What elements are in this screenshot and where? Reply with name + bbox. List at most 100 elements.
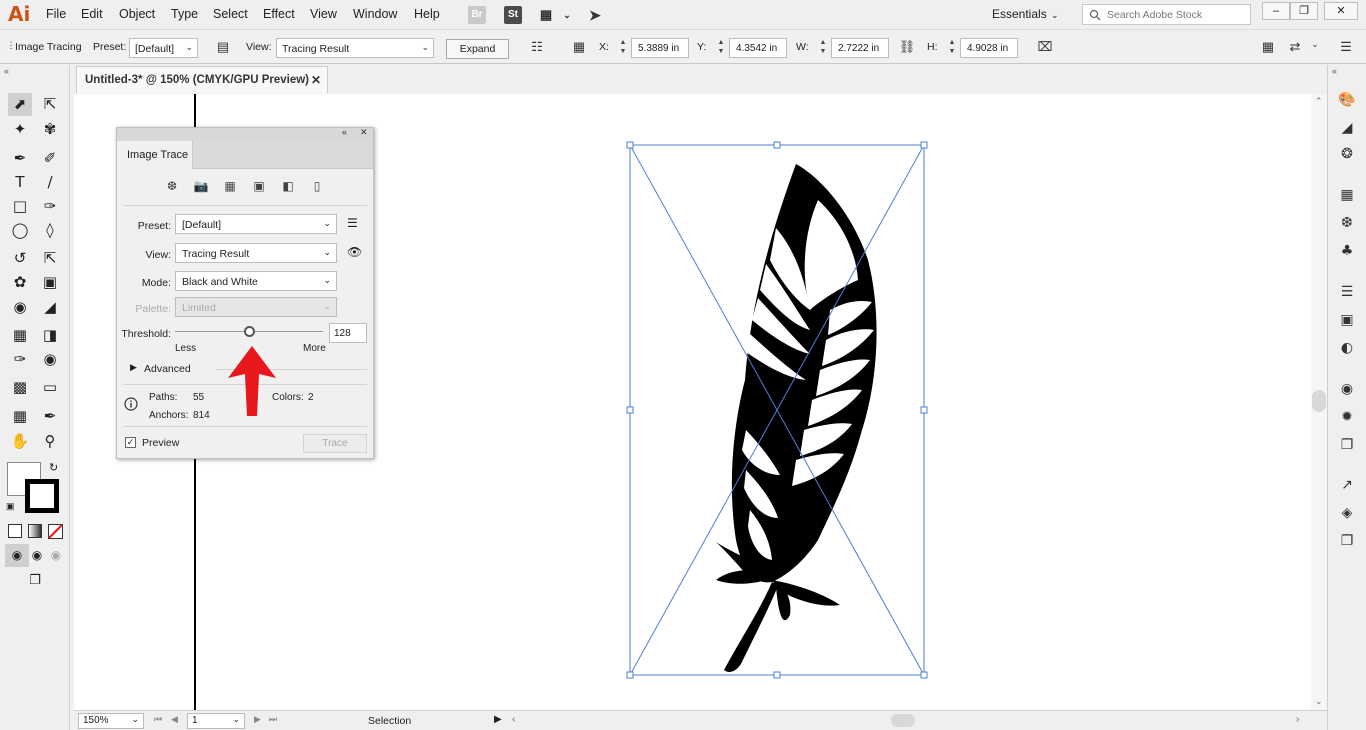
w-field[interactable]: 2.7222 in [831, 38, 889, 58]
perspective-grid-tool-icon[interactable]: ◢ [38, 296, 62, 319]
draw-inside-icon[interactable]: ◉ [44, 544, 68, 567]
transparency-panel-icon[interactable]: ◐ [1336, 340, 1358, 360]
graphic-styles-panel-icon[interactable]: ✹ [1336, 409, 1358, 429]
export-panel-icon[interactable]: ↗ [1336, 477, 1358, 497]
lasso-tool-icon[interactable]: ✾ [38, 118, 62, 141]
previous-artboard-icon[interactable]: ◀ [171, 714, 178, 725]
collapse-toolbox-icon[interactable]: « [4, 66, 9, 76]
control-preset-dropdown[interactable]: [Default] ⌄ [129, 38, 198, 58]
horizontal-scroll-thumb[interactable] [891, 714, 915, 727]
auto-color-preset-icon[interactable]: ❆ [163, 179, 181, 196]
close-button[interactable]: ✕ [1324, 2, 1358, 20]
search-stock-input[interactable]: Search Adobe Stock [1082, 4, 1251, 25]
preset-dropdown[interactable]: [Default] ⌄ [175, 214, 337, 234]
menu-window[interactable]: Window [353, 7, 397, 21]
image-trace-panel-icon[interactable]: ▤ [214, 39, 232, 57]
document-tab[interactable]: Untitled-3* @ 150% (CMYK/GPU Preview) ✕ [76, 66, 328, 93]
preview-checkbox[interactable]: ✓ [125, 437, 136, 448]
tab-image-trace[interactable]: Image Trace [117, 141, 193, 169]
eraser-tool-icon[interactable]: ◊ [38, 219, 62, 242]
scale-tool-icon[interactable]: ⇱ [38, 247, 62, 270]
link-icon[interactable]: ⛓ [898, 39, 916, 57]
eye-icon[interactable]: 👁 [347, 245, 362, 259]
y-field[interactable]: 4.3542 in [729, 38, 787, 58]
chevron-down-icon[interactable]: ⌄ [1306, 39, 1324, 57]
last-artboard-icon[interactable]: ⏭ [269, 714, 277, 725]
mesh-tool-icon[interactable]: ▦ [8, 324, 32, 347]
close-panel-icon[interactable]: ✕ [360, 127, 368, 138]
minimize-button[interactable]: – [1262, 2, 1290, 20]
scroll-right-icon[interactable]: › [1296, 714, 1299, 725]
blend-tool-icon[interactable]: ◉ [38, 348, 62, 371]
menu-file[interactable]: File [46, 7, 66, 21]
menu-effect[interactable]: Effect [263, 7, 295, 21]
magic-wand-tool-icon[interactable]: ✦ [8, 118, 32, 141]
selection-tool-icon[interactable]: ⬈ [8, 93, 32, 116]
scroll-left-icon[interactable]: ‹ [512, 714, 515, 725]
status-menu-icon[interactable]: ▶ [494, 714, 502, 725]
none-mode-icon[interactable] [48, 524, 63, 539]
h-stepper[interactable]: ▲ ▼ [946, 38, 958, 58]
rocket-icon[interactable]: ➤ [586, 6, 604, 24]
scroll-down-icon[interactable]: ⌄ [1315, 696, 1323, 707]
chevron-down-icon[interactable]: ⌄ [558, 6, 576, 24]
stroke-swatch[interactable] [25, 479, 59, 513]
menu-object[interactable]: Object [119, 7, 155, 21]
align-icon[interactable]: ☷ [528, 39, 546, 57]
artboard-number-dropdown[interactable]: 1 ⌄ [187, 713, 245, 729]
brushes-panel-icon[interactable]: ❆ [1336, 215, 1358, 235]
shaper-tool-icon[interactable]: ◯ [8, 219, 32, 242]
column-graph-tool-icon[interactable]: ▭ [38, 376, 62, 399]
pen-tool-icon[interactable]: ✒ [8, 147, 32, 170]
color-guide-icon[interactable]: ◢ [1336, 120, 1358, 140]
gradient-tool-icon[interactable]: ◨ [38, 324, 62, 347]
swatches-panel-icon[interactable]: ▦ [1336, 187, 1358, 207]
isolate-icon[interactable]: ⇄ [1286, 39, 1304, 57]
chevron-down-icon[interactable]: ⌄ [1051, 10, 1059, 21]
vertical-scroll-thumb[interactable] [1312, 390, 1326, 412]
arrange-documents-icon[interactable]: ▦ [537, 6, 555, 24]
panel-title-bar[interactable]: « ✕ [117, 127, 373, 141]
puppet-warp-tool-icon[interactable]: ✿ [8, 271, 32, 294]
threshold-field[interactable]: 128 [329, 323, 367, 343]
gradient-panel-icon[interactable]: ▣ [1336, 312, 1358, 332]
rectangle-tool-icon[interactable]: □ [8, 195, 32, 218]
line-tool-icon[interactable]: ∕ [38, 171, 62, 194]
color-panel-icon[interactable]: 🎨 [1336, 92, 1358, 112]
asset-export-panel-icon[interactable]: ❐ [1336, 437, 1358, 457]
eyedropper-tool-icon[interactable]: ✑ [8, 348, 32, 371]
arrange-icon[interactable]: ▦ [1259, 39, 1277, 57]
menu-help[interactable]: Help [414, 7, 440, 21]
stock-button[interactable]: St [504, 6, 522, 24]
y-stepper[interactable]: ▲ ▼ [715, 38, 727, 58]
symbols-panel-icon[interactable]: ♣ [1336, 243, 1358, 263]
direct-selection-tool-icon[interactable]: ⇱ [38, 93, 62, 116]
panel-menu-icon[interactable]: ☰ [1337, 39, 1355, 57]
paintbrush-tool-icon[interactable]: ✑ [38, 195, 62, 218]
high-color-preset-icon[interactable]: 📷 [192, 179, 210, 196]
color-mode-icon[interactable] [8, 524, 22, 538]
free-transform-tool-icon[interactable]: ▣ [38, 271, 62, 294]
type-tool-icon[interactable]: T [8, 171, 32, 194]
x-stepper[interactable]: ▲ ▼ [617, 38, 629, 58]
low-color-preset-icon[interactable]: ▦ [221, 179, 239, 196]
workspace-switcher[interactable]: Essentials [992, 7, 1047, 21]
menu-type[interactable]: Type [171, 7, 198, 21]
menu-view[interactable]: View [310, 7, 337, 21]
traced-artwork[interactable] [600, 130, 960, 690]
recolor-icon[interactable]: ❂ [1336, 146, 1358, 166]
zoom-tool-icon[interactable]: ⚲ [38, 430, 62, 453]
advanced-disclosure-icon[interactable]: ▶ [130, 362, 137, 373]
preset-menu-icon[interactable]: ☰ [347, 216, 358, 230]
transform-icon[interactable]: ⌧ [1036, 39, 1054, 57]
trace-button[interactable]: Trace [303, 434, 367, 453]
menu-edit[interactable]: Edit [81, 7, 103, 21]
advanced-label[interactable]: Advanced [144, 363, 191, 375]
rotate-tool-icon[interactable]: ↺ [8, 247, 32, 270]
artboards-panel-icon[interactable]: ❐ [1336, 533, 1358, 553]
curvature-tool-icon[interactable]: ✐ [38, 147, 62, 170]
stroke-panel-icon[interactable]: ☰ [1336, 284, 1358, 304]
reference-point-icon[interactable]: ▦ [570, 39, 588, 57]
menu-select[interactable]: Select [213, 7, 248, 21]
x-field[interactable]: 5.3889 in [631, 38, 689, 58]
